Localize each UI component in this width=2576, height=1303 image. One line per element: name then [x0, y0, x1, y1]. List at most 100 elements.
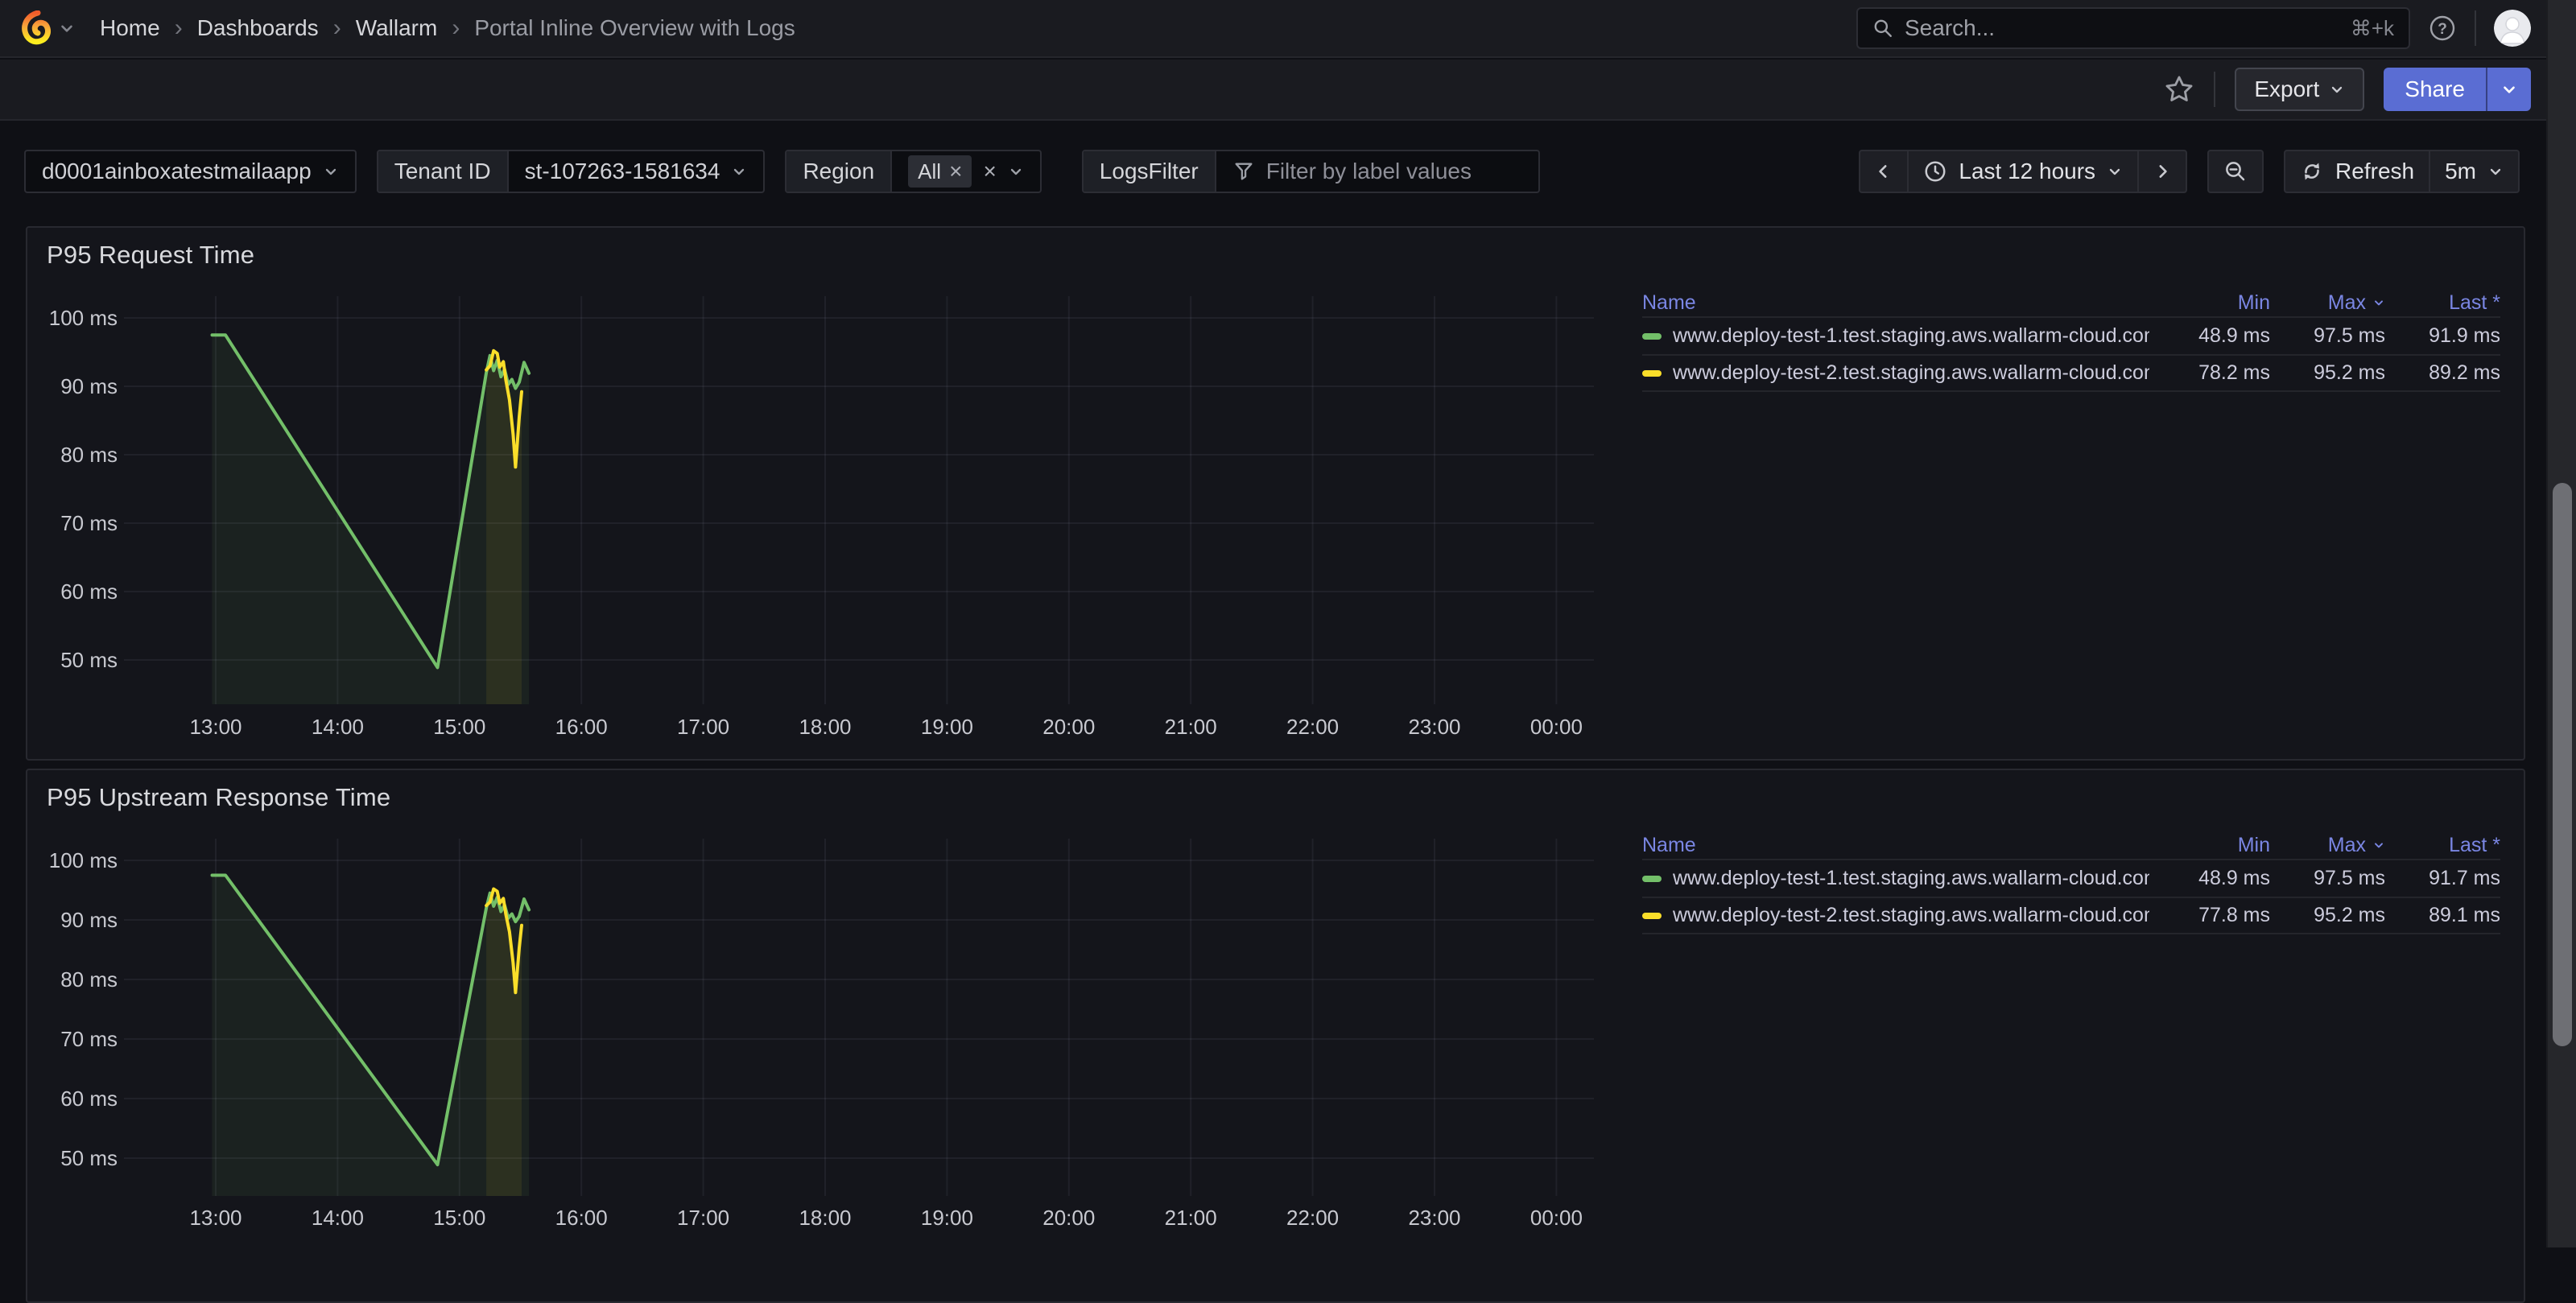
region-clear-icon[interactable]: ×	[983, 159, 996, 184]
legend-last-value: 89.2 ms	[2385, 361, 2500, 385]
panel-title[interactable]: P95 Upstream Response Time	[47, 783, 2524, 812]
legend-max-value: 97.5 ms	[2270, 324, 2385, 348]
logs-filter-input[interactable]: Filter by label values	[1216, 151, 1538, 192]
nav-divider	[2475, 10, 2476, 46]
time-range-button[interactable]: Last 12 hours	[1907, 151, 2137, 192]
time-zoom-out-button[interactable]	[2209, 151, 2262, 192]
legend-min-value: 78.2 ms	[2149, 361, 2270, 385]
share-menu-button[interactable]	[2486, 68, 2531, 111]
user-avatar[interactable]	[2494, 10, 2531, 47]
scrollbar-thumb[interactable]	[2553, 483, 2572, 1046]
dashboard-actions-bar: Export Share	[0, 60, 2576, 121]
refresh-interval-button[interactable]: 5m	[2429, 151, 2518, 192]
logs-filter-label: LogsFilter	[1084, 151, 1216, 192]
legend-series-name[interactable]: www.deploy-test-2.test.staging.aws.walla…	[1642, 361, 2149, 385]
star-icon	[2164, 74, 2194, 105]
svg-text:70 ms: 70 ms	[60, 511, 118, 535]
region-dropdown[interactable]: All × ×	[892, 151, 1040, 192]
legend-max-value: 95.2 ms	[2270, 904, 2385, 927]
export-button[interactable]: Export	[2235, 68, 2364, 111]
search-shortcut: ⌘+k	[2351, 16, 2394, 41]
legend-row: www.deploy-test-2.test.staging.aws.walla…	[1642, 354, 2500, 392]
timeseries-chart[interactable]: 100 ms90 ms80 ms70 ms60 ms50 ms13:0014:0…	[47, 816, 1612, 1299]
legend-col-last[interactable]: Last *	[2385, 291, 2500, 315]
svg-text:100 ms: 100 ms	[49, 848, 118, 872]
legend-col-last[interactable]: Last *	[2385, 834, 2500, 857]
tenant-id-dropdown[interactable]: st-107263-1581634	[509, 151, 764, 192]
svg-text:20:00: 20:00	[1042, 715, 1095, 739]
zoom-out-group	[2207, 150, 2264, 193]
export-label: Export	[2254, 76, 2319, 102]
panel-p95-upstream-response-time: P95 Upstream Response Time 100 ms90 ms80…	[26, 769, 2525, 1303]
breadcrumb-folder[interactable]: Wallarm	[356, 15, 438, 41]
breadcrumb-home[interactable]: Home	[100, 15, 160, 41]
actions-divider	[2214, 72, 2215, 107]
svg-text:19:00: 19:00	[921, 715, 973, 739]
tenant-id-variable: Tenant ID st-107263-1581634	[377, 150, 766, 193]
legend-table: NameMinMaxLast * www.deploy-test-1.test.s…	[1642, 289, 2500, 392]
svg-text:18:00: 18:00	[799, 1206, 851, 1230]
help-button[interactable]: ?	[2428, 14, 2457, 43]
refresh-group: Refresh 5m	[2284, 150, 2520, 193]
legend-col-min[interactable]: Min	[2149, 834, 2270, 857]
tenant-id-value: st-107263-1581634	[525, 159, 720, 184]
chevron-down-icon	[323, 163, 339, 179]
legend-col-max[interactable]: Max	[2270, 291, 2385, 315]
chevron-down-icon	[1008, 163, 1024, 179]
favorite-star-button[interactable]	[2164, 74, 2194, 105]
svg-text:?: ?	[2438, 21, 2447, 38]
svg-text:15:00: 15:00	[433, 715, 485, 739]
svg-text:50 ms: 50 ms	[60, 1146, 118, 1170]
refresh-button[interactable]: Refresh	[2285, 151, 2429, 192]
series-color-swatch[interactable]	[1642, 876, 1662, 882]
share-button[interactable]: Share	[2384, 68, 2486, 111]
legend-max-value: 97.5 ms	[2270, 867, 2385, 890]
time-range-label: Last 12 hours	[1959, 159, 2095, 184]
legend-last-value: 89.1 ms	[2385, 904, 2500, 927]
logs-filter-variable: LogsFilter Filter by label values	[1082, 150, 1540, 193]
svg-text:50 ms: 50 ms	[60, 648, 118, 672]
svg-text:70 ms: 70 ms	[60, 1027, 118, 1051]
svg-text:16:00: 16:00	[555, 1206, 608, 1230]
search-input[interactable]: Search... ⌘+k	[1856, 7, 2410, 49]
series-color-swatch[interactable]	[1642, 333, 1662, 340]
legend-min-value: 48.9 ms	[2149, 867, 2270, 890]
time-shift-back-button[interactable]	[1860, 151, 1907, 192]
timeseries-chart[interactable]: 100 ms90 ms80 ms70 ms60 ms50 ms13:0014:0…	[47, 274, 1612, 757]
region-label: Region	[786, 151, 892, 192]
svg-text:80 ms: 80 ms	[60, 967, 118, 992]
chevron-down-icon	[2487, 163, 2504, 179]
legend-col-min[interactable]: Min	[2149, 291, 2270, 315]
panel-title[interactable]: P95 Request Time	[47, 241, 2524, 270]
org-switcher-chevron-icon[interactable]	[58, 19, 76, 37]
legend-col-name[interactable]: Name	[1642, 834, 2149, 857]
svg-text:13:00: 13:00	[189, 1206, 242, 1230]
svg-text:13:00: 13:00	[189, 715, 242, 739]
grafana-logo[interactable]	[21, 10, 53, 46]
page-scrollbar[interactable]	[2546, 0, 2576, 1247]
search-icon	[1872, 18, 1893, 39]
region-chip-all[interactable]: All ×	[908, 155, 972, 188]
region-variable: Region All × ×	[785, 150, 1041, 193]
chevron-down-icon	[2107, 163, 2123, 179]
time-shift-forward-button[interactable]	[2137, 151, 2186, 192]
legend-last-value: 91.7 ms	[2385, 867, 2500, 890]
svg-text:00:00: 00:00	[1530, 715, 1583, 739]
series-color-swatch[interactable]	[1642, 913, 1662, 919]
breadcrumb-dashboards[interactable]: Dashboards	[197, 15, 319, 41]
svg-text:60 ms: 60 ms	[60, 1087, 118, 1111]
legend-col-name[interactable]: Name	[1642, 291, 2149, 315]
legend-col-max[interactable]: Max	[2270, 834, 2385, 857]
legend-series-name[interactable]: www.deploy-test-2.test.staging.aws.walla…	[1642, 904, 2149, 927]
controls-spacer	[1560, 150, 1839, 193]
app-variable-dropdown[interactable]: d0001ainboxatestmailaapp	[24, 150, 357, 193]
legend-header: NameMinMaxLast *	[1642, 831, 2500, 859]
legend-series-name[interactable]: www.deploy-test-1.test.staging.aws.walla…	[1642, 867, 2149, 890]
svg-text:19:00: 19:00	[921, 1206, 973, 1230]
legend-series-name[interactable]: www.deploy-test-1.test.staging.aws.walla…	[1642, 324, 2149, 348]
breadcrumb-separator: ›	[333, 14, 341, 42]
refresh-label: Refresh	[2335, 159, 2414, 184]
legend-row: www.deploy-test-1.test.staging.aws.walla…	[1642, 316, 2500, 354]
series-color-swatch[interactable]	[1642, 370, 1662, 377]
chip-remove-icon[interactable]: ×	[949, 159, 962, 184]
